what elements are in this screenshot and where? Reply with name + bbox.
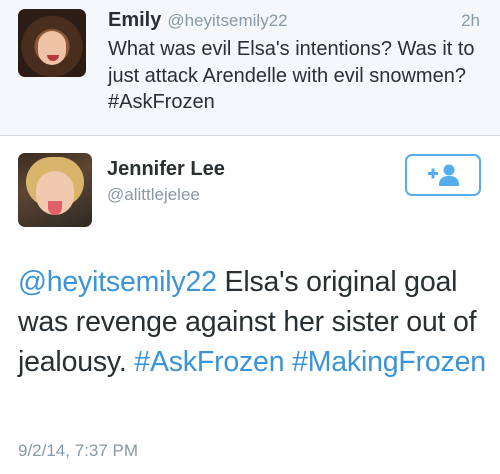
reply-time: 2h bbox=[461, 11, 480, 30]
hashtag-askfrozen[interactable]: #AskFrozen bbox=[134, 346, 284, 378]
reply-author-line: Emily @heyitsemily22 bbox=[108, 9, 288, 32]
mention-link[interactable]: @heyitsemily22 bbox=[18, 266, 217, 298]
main-author-name[interactable]: Jennifer Lee bbox=[107, 158, 225, 181]
reply-author-name[interactable]: Emily bbox=[108, 9, 161, 31]
main-tweet-text: @heyitsemily22 Elsa's original goal was … bbox=[18, 262, 488, 382]
in-reply-to-tweet[interactable]: Emily @heyitsemily22 2h What was evil Els… bbox=[0, 0, 500, 136]
emily-avatar[interactable] bbox=[18, 9, 86, 77]
reply-author-handle[interactable]: @heyitsemily22 bbox=[167, 11, 287, 30]
tweet-timestamp: 9/2/14, 7:37 PM bbox=[18, 441, 139, 460]
reply-tweet-text: What was evil Elsa's intentions? Was it … bbox=[108, 38, 475, 113]
jennifer-lee-avatar[interactable] bbox=[18, 153, 92, 227]
follow-button[interactable] bbox=[405, 154, 481, 196]
main-author-handle[interactable]: @alittlejelee bbox=[107, 185, 200, 205]
hashtag-makingfrozen[interactable]: #MakingFrozen bbox=[292, 346, 486, 378]
add-user-icon bbox=[428, 164, 459, 186]
hashtag-separator bbox=[284, 346, 292, 378]
avatar-tongue bbox=[48, 201, 62, 215]
